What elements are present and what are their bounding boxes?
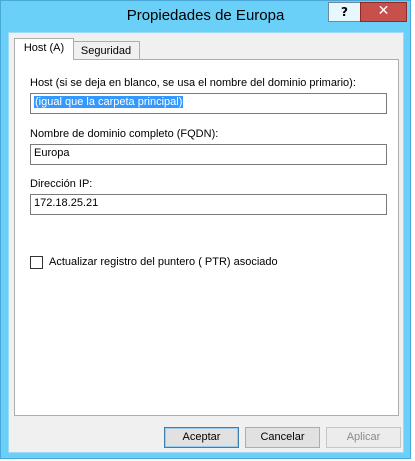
- fqdn-input-value: Europa: [34, 147, 70, 159]
- dialog-body: Host (A) Seguridad Host (si se deja en b…: [8, 32, 404, 453]
- host-label: Host (si se deja en blanco, se usa el no…: [30, 77, 356, 89]
- fqdn-label: Nombre de dominio completo (FQDN):: [30, 128, 219, 140]
- ip-input-value: 172.18.25.21: [34, 197, 99, 209]
- fqdn-input[interactable]: Europa: [30, 144, 387, 165]
- close-button[interactable]: ✕: [360, 2, 407, 22]
- apply-button[interactable]: Aplicar: [326, 427, 401, 448]
- tab-panel-host: Host (si se deja en blanco, se usa el no…: [14, 59, 399, 416]
- tab-security[interactable]: Seguridad: [72, 41, 140, 61]
- host-input-value: (igual que la carpeta principal): [34, 96, 184, 108]
- close-icon: ✕: [377, 3, 390, 19]
- properties-dialog: Propiedades de Europa ? ✕ Host (A) Segur…: [0, 0, 411, 459]
- ptr-checkbox-label: Actualizar registro del puntero ( PTR) a…: [49, 256, 278, 268]
- ip-address-input[interactable]: 172.18.25.21: [30, 194, 387, 215]
- help-button[interactable]: ?: [328, 2, 361, 22]
- ip-label: Dirección IP:: [30, 178, 93, 190]
- ok-button[interactable]: Aceptar: [164, 427, 239, 448]
- title-bar[interactable]: Propiedades de Europa ? ✕: [1, 1, 410, 32]
- tab-host-a[interactable]: Host (A): [14, 38, 74, 60]
- cancel-button[interactable]: Cancelar: [245, 427, 320, 448]
- ptr-checkbox[interactable]: [30, 256, 43, 269]
- host-input[interactable]: (igual que la carpeta principal): [30, 93, 387, 114]
